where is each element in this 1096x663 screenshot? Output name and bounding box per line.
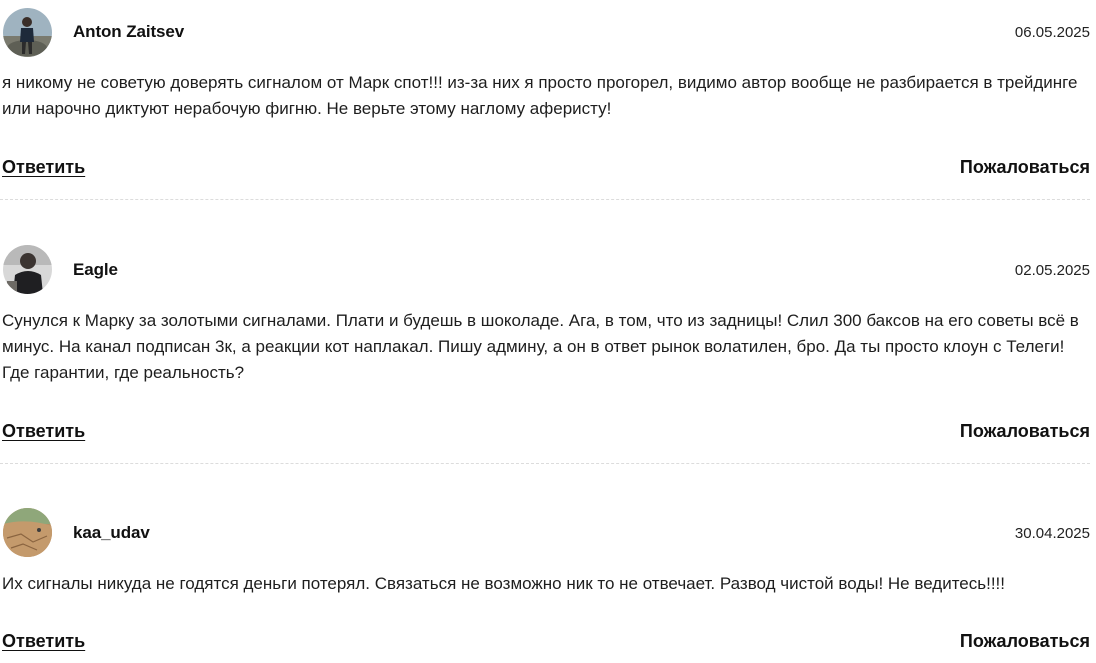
comment-date: 02.05.2025 [1014,262,1090,279]
user-photo-dark-icon[interactable] [3,245,52,294]
comment-date: 30.04.2025 [1014,525,1090,542]
comment-item: Anton Zaitsev 06.05.2025 я никому не сов… [0,0,1090,200]
comment-text: я никому не советую доверять сигналом от… [2,73,1078,118]
comment-author: Eagle [73,260,118,279]
comment-item: kaa_udav 30.04.2025 Их сигналы никуда не… [0,464,1090,663]
report-link[interactable]: Пожаловаться [960,631,1090,652]
comment-item: Eagle 02.05.2025 Сунулся к Марку за золо… [0,200,1090,464]
reply-link[interactable]: Ответить [2,157,85,178]
report-link[interactable]: Пожаловаться [960,421,1090,442]
comment-date: 06.05.2025 [1014,24,1090,41]
comment-author: kaa_udav [73,523,150,542]
reply-link[interactable]: Ответить [2,631,85,652]
comment-author: Anton Zaitsev [73,22,185,41]
comment-text: Их сигналы никуда не годятся деньги поте… [2,574,1005,593]
comment-list: Anton Zaitsev 06.05.2025 я никому не сов… [0,0,1090,663]
user-photo-outdoor-icon[interactable] [3,8,52,57]
reply-link[interactable]: Ответить [2,421,85,442]
comment-text: Сунулся к Марку за золотыми сигналами. П… [2,311,1079,382]
report-link[interactable]: Пожаловаться [960,157,1090,178]
user-photo-desert-icon[interactable] [3,508,52,557]
